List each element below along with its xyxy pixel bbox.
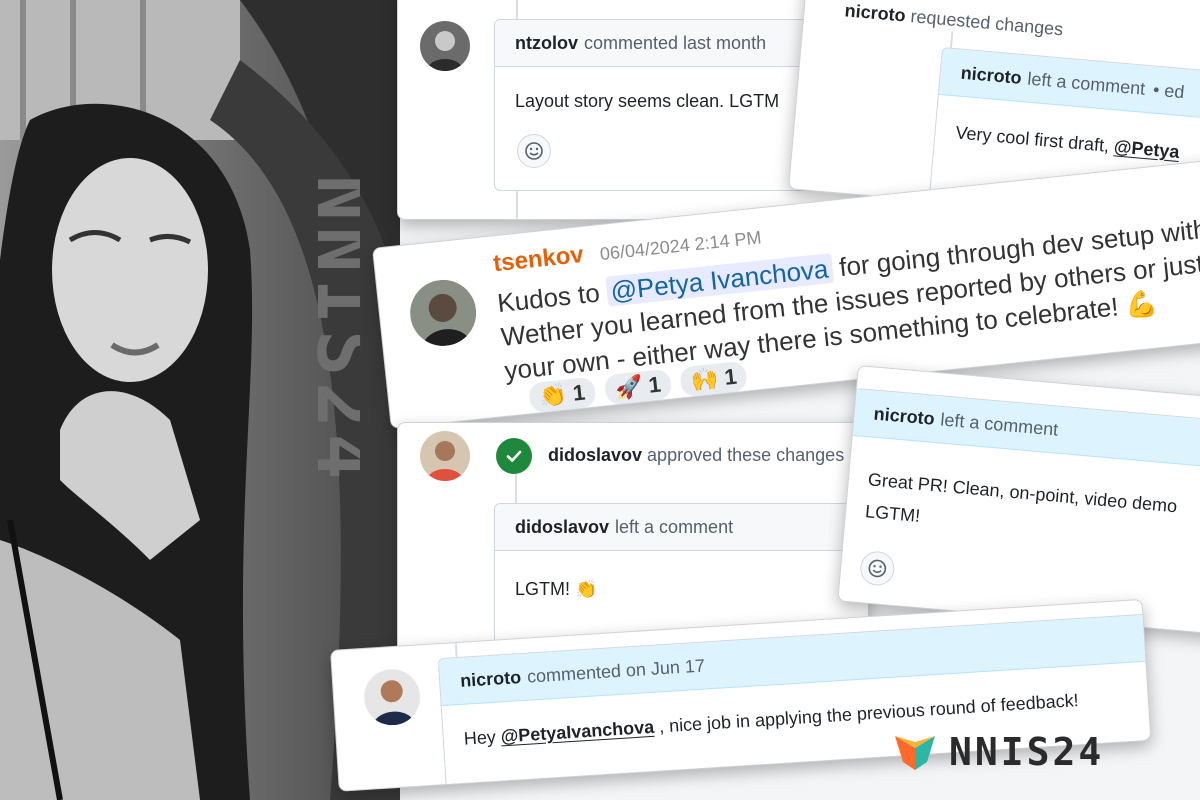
comment-meta: commented on Jun 17: [526, 655, 706, 687]
flexed-biceps-emoji: 💪: [1123, 287, 1160, 321]
reaction-raised-hands[interactable]: 🙌 1: [679, 360, 749, 398]
comment-author[interactable]: didoslavov: [515, 517, 609, 538]
message-timestamp[interactable]: 06/04/2024 2:14 PM: [599, 227, 762, 264]
comment-meta-extra: • ed: [1152, 79, 1186, 102]
comment-bubble: nicroto left a comment Great PR! Clean, …: [837, 387, 1200, 636]
comment-header: didoslavov left a comment: [495, 504, 868, 551]
review-author[interactable]: nicroto: [844, 0, 907, 25]
add-reaction-button[interactable]: [858, 550, 896, 587]
review-status-line: nicroto requested changes: [844, 0, 1064, 40]
comment-meta: left a comment: [615, 516, 734, 537]
user-mention[interactable]: @Petya: [1113, 136, 1180, 162]
review-author[interactable]: didoslavov: [548, 445, 642, 465]
comment-author[interactable]: nicroto: [873, 403, 936, 429]
review-action: approved these changes: [647, 445, 845, 465]
comment-author[interactable]: ntzolov: [515, 33, 578, 54]
comment-text: Very cool first draft,: [954, 122, 1115, 157]
comment-body: LGTM! 👏: [515, 579, 598, 599]
message-body: Kudos to @Petya Ivanchova for going thro…: [496, 203, 1200, 388]
vertical-brand-text: NNIS24: [300, 175, 360, 595]
comment-author[interactable]: nicroto: [960, 62, 1023, 88]
user-mention[interactable]: @PetyaIvanchova: [500, 717, 655, 747]
vertical-brand-label: NNIS24: [300, 175, 360, 486]
comment-author[interactable]: nicroto: [460, 667, 522, 692]
avatar: [420, 431, 470, 481]
comment-text: Hey: [463, 726, 502, 749]
smiley-icon: [868, 559, 887, 578]
message-author[interactable]: tsenkov: [492, 241, 585, 277]
fox-logo-icon: [895, 736, 935, 770]
reaction-clap[interactable]: 👏 1: [528, 376, 597, 414]
comment-meta: commented last month: [584, 32, 767, 53]
add-reaction-button[interactable]: [517, 134, 551, 168]
comment-meta: left a comment: [1026, 68, 1147, 99]
reaction-rocket[interactable]: 🚀 1: [603, 368, 673, 406]
brand-name: NNIS24: [949, 730, 1105, 774]
avatar: [420, 21, 470, 71]
avatar: [362, 667, 422, 727]
review-action: requested changes: [909, 6, 1065, 40]
approved-badge: [496, 438, 532, 474]
smiley-icon: [525, 142, 543, 160]
check-icon: [506, 450, 522, 462]
comment-meta: left a comment: [939, 408, 1060, 440]
brand-logo: NNIS24: [893, 730, 1105, 774]
avatar: [406, 276, 480, 350]
review-status-line: didoslavov approved these changes: [548, 445, 844, 466]
comment-card-nicroto-great: nicroto left a comment Great PR! Clean, …: [837, 365, 1200, 636]
